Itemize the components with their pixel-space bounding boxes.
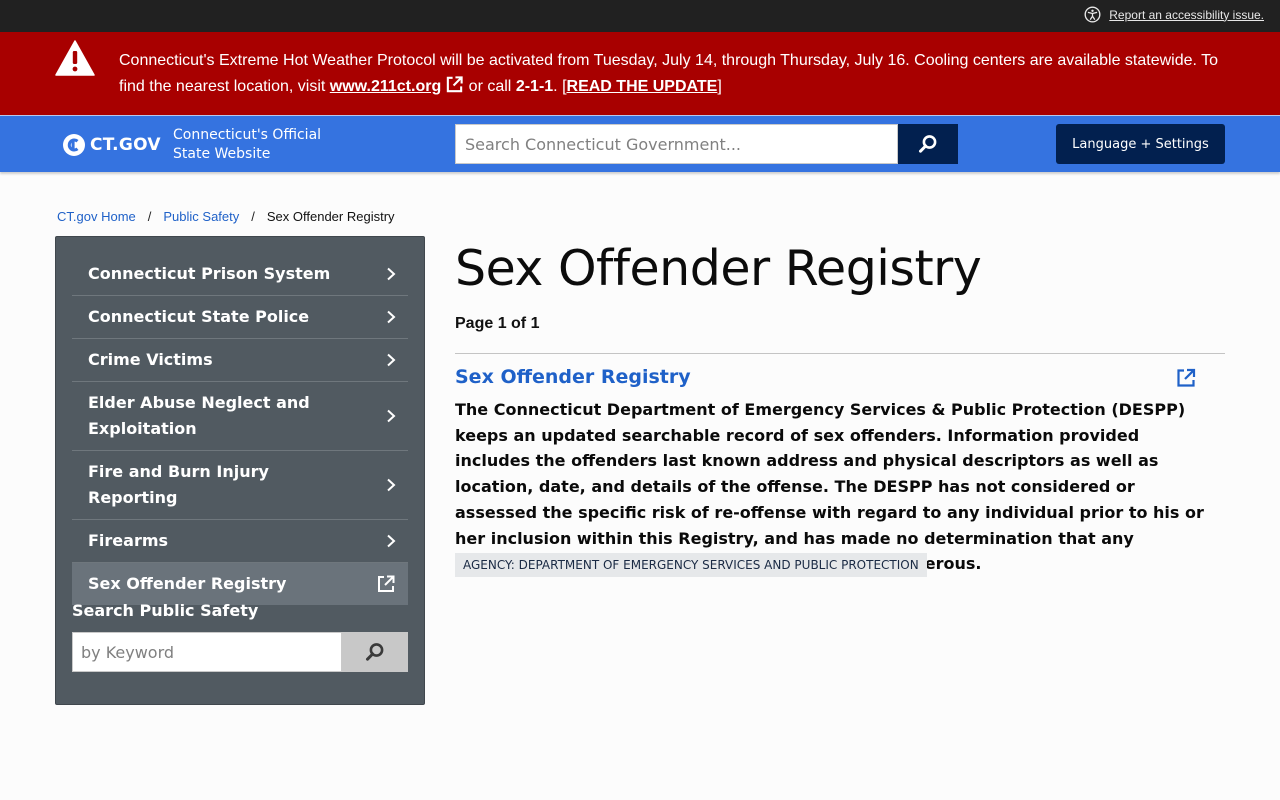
chevron-right-icon bbox=[387, 353, 396, 367]
alert-text-middle: or call bbox=[464, 78, 516, 95]
sidebar-item-label: Crime Victims bbox=[88, 350, 213, 369]
alert-211-link-label[interactable]: www.211ct.org bbox=[330, 78, 441, 95]
alert-message: Connecticut's Extreme Hot Weather Protoc… bbox=[119, 48, 1229, 100]
report-accessibility-label[interactable]: Report an accessibility issue. bbox=[1109, 8, 1264, 22]
breadcrumb-separator: / bbox=[147, 209, 152, 224]
chevron-right-icon bbox=[387, 409, 396, 423]
sidebar-item-firearms[interactable]: Firearms bbox=[72, 520, 408, 563]
sidebar-item-sex-offender-registry[interactable]: Sex Offender Registry bbox=[72, 563, 408, 605]
sidebar-item-label: Firearms bbox=[88, 531, 169, 550]
chevron-right-icon bbox=[387, 534, 396, 548]
result-description: The Connecticut Department of Emergency … bbox=[455, 400, 1204, 574]
sidebar-item-state-police[interactable]: Connecticut State Police bbox=[72, 296, 408, 339]
divider bbox=[455, 353, 1225, 354]
warning-icon bbox=[55, 40, 95, 76]
sidebar-search-input[interactable] bbox=[72, 632, 342, 672]
sidebar-search-button[interactable] bbox=[342, 632, 408, 672]
alert-text-after-phone: . [ bbox=[553, 78, 567, 95]
sidebar-search bbox=[72, 632, 408, 672]
chevron-right-icon bbox=[387, 310, 396, 324]
site-search-input[interactable] bbox=[455, 124, 898, 164]
official-line-2: State Website bbox=[173, 146, 271, 162]
external-link-icon[interactable] bbox=[1175, 367, 1197, 389]
utility-bar: Report an accessibility issue. bbox=[0, 0, 1280, 32]
breadcrumb: CT.gov Home / Public Safety / Sex Offend… bbox=[57, 209, 395, 224]
report-accessibility-link[interactable]: Report an accessibility issue. bbox=[1084, 6, 1264, 23]
sidebar-item-prison-system[interactable]: Connecticut Prison System bbox=[72, 253, 408, 296]
sidebar-search-label: Search Public Safety bbox=[72, 601, 259, 620]
sidebar-item-label: Fire and Burn Injury Reporting bbox=[88, 462, 269, 507]
breadcrumb-home[interactable]: CT.gov Home bbox=[57, 209, 136, 224]
sidebar-item-label: Connecticut Prison System bbox=[88, 264, 331, 283]
sidebar-item-label: Elder Abuse Neglect and Exploitation bbox=[88, 393, 310, 438]
sidebar: Connecticut Prison System Connecticut St… bbox=[55, 236, 425, 705]
site-search-button[interactable] bbox=[898, 124, 958, 164]
read-the-update-link[interactable]: READ THE UPDATE bbox=[567, 78, 718, 95]
alert-text-end: ] bbox=[717, 78, 722, 95]
agency-badge: Agency: Department of Emergency Services… bbox=[455, 553, 927, 577]
official-site-label: Connecticut's Official State Website bbox=[173, 126, 363, 164]
chevron-right-icon bbox=[387, 267, 396, 281]
accessibility-icon bbox=[1084, 6, 1101, 23]
site-header: CT.GOV Connecticut's Official State Webs… bbox=[0, 116, 1280, 172]
search-icon bbox=[919, 135, 937, 153]
sidebar-item-fire-burn[interactable]: Fire and Burn Injury Reporting bbox=[72, 451, 408, 520]
ct-logo-icon bbox=[63, 134, 85, 156]
alert-banner: Connecticut's Extreme Hot Weather Protoc… bbox=[0, 32, 1280, 115]
ct-gov-logo[interactable]: CT.GOV bbox=[62, 133, 161, 157]
page-title: Sex Offender Registry bbox=[455, 240, 982, 297]
sidebar-item-label: Sex Offender Registry bbox=[88, 574, 287, 593]
page-count: Page 1 of 1 bbox=[455, 315, 540, 332]
logo-text: CT.GOV bbox=[90, 135, 161, 155]
sidebar-item-label: Connecticut State Police bbox=[88, 307, 310, 326]
sidebar-item-elder-abuse[interactable]: Elder Abuse Neglect and Exploitation bbox=[72, 382, 408, 451]
official-line-1: Connecticut's Official bbox=[173, 127, 322, 143]
search-icon bbox=[366, 643, 384, 661]
breadcrumb-current: Sex Offender Registry bbox=[266, 209, 395, 224]
external-link-icon bbox=[447, 76, 463, 93]
language-settings-button[interactable]: Language + Settings bbox=[1056, 124, 1225, 164]
sidebar-item-crime-victims[interactable]: Crime Victims bbox=[72, 339, 408, 382]
alert-phone: 2-1-1 bbox=[515, 78, 554, 95]
sidebar-nav: Connecticut Prison System Connecticut St… bbox=[72, 253, 408, 605]
alert-211-link[interactable]: www.211ct.org bbox=[330, 76, 464, 95]
breadcrumb-public-safety[interactable]: Public Safety bbox=[163, 209, 239, 224]
external-link-icon bbox=[378, 575, 395, 592]
site-search bbox=[455, 124, 958, 164]
breadcrumb-separator: / bbox=[251, 209, 255, 224]
result-title-link[interactable]: Sex Offender Registry bbox=[455, 366, 691, 388]
chevron-right-icon bbox=[387, 478, 396, 492]
